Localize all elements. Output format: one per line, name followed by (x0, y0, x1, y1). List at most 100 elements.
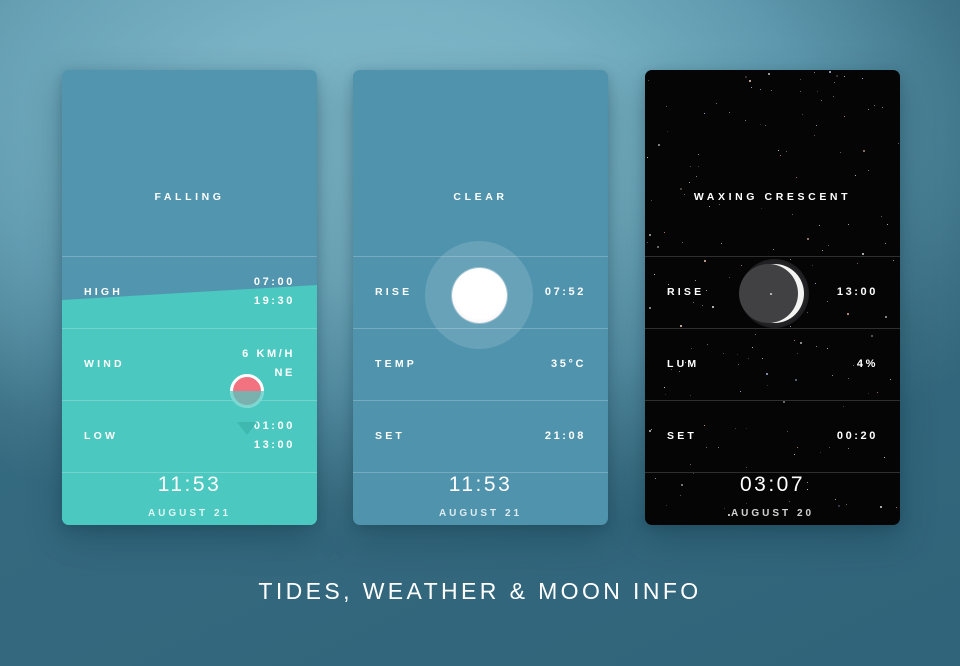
star-icon (780, 155, 781, 157)
weather-row-set-label: SET (375, 430, 406, 442)
star-icon (770, 90, 772, 92)
tide-high-value-2: 19:30 (253, 295, 295, 307)
star-icon (680, 187, 683, 190)
weather-date: AUGUST 21 (438, 508, 523, 519)
weather-row-rise[interactable]: RISE 07:52 (353, 256, 608, 328)
star-icon (837, 504, 840, 507)
star-icon (788, 500, 790, 502)
star-icon (682, 242, 684, 244)
tide-low-value-2: 13:00 (253, 439, 295, 451)
star-icon (835, 499, 837, 500)
star-icon (744, 76, 747, 79)
moon-card-title: WAXING CRESCENT (693, 191, 852, 203)
moon-date: AUGUST 20 (730, 508, 815, 519)
star-icon (765, 124, 767, 126)
star-icon (799, 79, 801, 81)
star-icon (709, 206, 711, 208)
star-icon (843, 116, 845, 118)
star-icon (800, 90, 802, 92)
star-icon (657, 245, 660, 248)
star-icon (666, 130, 668, 132)
weather-row-temp[interactable]: TEMP 35°C (353, 328, 608, 400)
moon-lum-value: 4% (856, 357, 878, 370)
tide-wind-speed: 6 KM/H (242, 348, 295, 360)
star-icon (897, 143, 899, 145)
star-icon (836, 74, 839, 77)
star-icon (689, 182, 691, 184)
page-caption: TIDES, WEATHER & MOON INFO (258, 578, 702, 604)
star-icon (827, 244, 829, 246)
star-icon (767, 73, 770, 76)
moon-row-set-label: SET (667, 430, 698, 442)
star-icon (720, 242, 722, 244)
star-icon (862, 252, 865, 255)
tide-card[interactable]: FALLING HIGH 07:00 19:30 WIND 6 KM/H NE … (62, 70, 317, 525)
weather-row-temp-label: TEMP (375, 358, 417, 370)
tide-date: AUGUST 21 (147, 508, 232, 519)
star-icon (881, 215, 883, 217)
star-icon (719, 203, 721, 205)
star-icon (748, 80, 751, 83)
star-icon (760, 208, 762, 210)
moon-row-lum-label: LUM (667, 358, 700, 370)
star-icon (868, 169, 870, 171)
star-icon (882, 107, 884, 109)
star-icon (759, 89, 761, 91)
weather-row-rise-label: RISE (375, 286, 413, 298)
star-icon (817, 90, 819, 92)
tide-falling-arrow-icon (237, 422, 257, 435)
moon-card[interactable]: WAXING CRESCENT RISE 13:00 LUM 4% SET 00… (645, 70, 900, 525)
weather-card-title: CLEAR (453, 191, 508, 203)
star-icon (868, 108, 870, 110)
star-icon (697, 153, 699, 155)
tide-low-value-1: 01:00 (253, 420, 295, 432)
moon-row-lum[interactable]: LUM 4% (645, 328, 900, 400)
moon-rise-value: 13:00 (836, 285, 878, 298)
star-icon (716, 103, 718, 105)
weather-card[interactable]: CLEAR RISE 07:52 TEMP 35°C SET 21:08 11:… (353, 70, 608, 525)
tide-row-low[interactable]: LOW 01:00 13:00 (62, 400, 317, 472)
tide-clock: 11:53 (157, 473, 222, 496)
star-icon (658, 144, 661, 147)
star-icon (796, 176, 798, 178)
star-icon (802, 114, 804, 116)
star-icon (648, 234, 651, 237)
tide-high-value-1: 07:00 (253, 276, 295, 288)
moon-set-value: 00:20 (836, 429, 878, 442)
tide-card-title: FALLING (154, 191, 225, 203)
weather-set-value: 21:08 (544, 429, 586, 442)
moon-row-rise[interactable]: RISE 13:00 (645, 256, 900, 328)
moon-clock: 03:07 (739, 473, 806, 496)
tide-row-high-values: 07:00 19:30 (254, 273, 295, 311)
weather-row-set[interactable]: SET 21:08 (353, 400, 608, 472)
tide-row-low-label: LOW (84, 430, 119, 442)
star-icon (785, 151, 787, 153)
star-icon (646, 157, 648, 159)
tide-row-wind-label: WIND (84, 358, 125, 370)
star-icon (772, 249, 774, 251)
star-icon (750, 87, 752, 89)
star-icon (648, 80, 650, 82)
star-icon (884, 243, 886, 245)
star-icon (873, 104, 875, 106)
star-icon (862, 77, 864, 79)
star-icon (844, 76, 846, 78)
star-icon (847, 223, 849, 225)
star-icon (663, 231, 665, 233)
star-icon (813, 135, 815, 137)
star-icon (821, 100, 823, 102)
star-icon (862, 150, 865, 152)
star-icon (704, 112, 706, 114)
star-icon (834, 81, 836, 83)
star-icon (839, 151, 841, 153)
star-icon (821, 249, 823, 251)
star-icon (806, 238, 809, 240)
star-icon (759, 123, 761, 125)
tide-row-wind[interactable]: WIND 6 KM/H NE (62, 328, 317, 400)
star-icon (813, 72, 815, 74)
moon-row-set[interactable]: SET 00:20 (645, 400, 900, 472)
tide-row-high[interactable]: HIGH 07:00 19:30 (62, 256, 317, 328)
weather-rise-value: 07:52 (544, 285, 586, 298)
star-icon (665, 105, 667, 107)
star-icon (819, 224, 821, 226)
